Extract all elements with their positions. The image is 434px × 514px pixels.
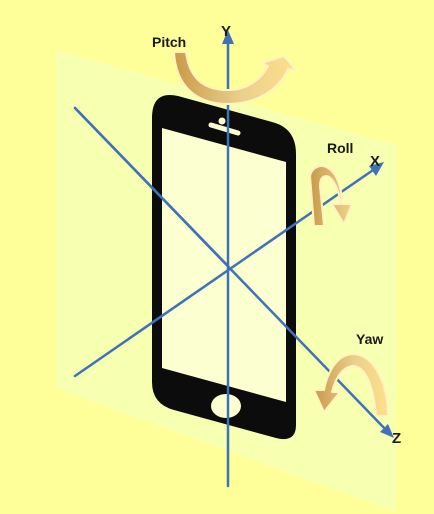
diagram-canvas: Y X Z Pitch Roll Yaw <box>0 0 434 514</box>
phone-home-button <box>211 394 241 418</box>
roll-label: Roll <box>327 140 353 156</box>
phone-screen <box>162 128 286 402</box>
y-axis-label: Y <box>221 23 231 40</box>
z-axis-label: Z <box>392 430 401 447</box>
phone-axes-diagram: Y X Z Pitch Roll Yaw <box>0 0 434 514</box>
yaw-label: Yaw <box>356 331 383 347</box>
x-axis-label: X <box>370 153 380 170</box>
pitch-label: Pitch <box>152 34 186 50</box>
phone-camera <box>218 117 226 125</box>
